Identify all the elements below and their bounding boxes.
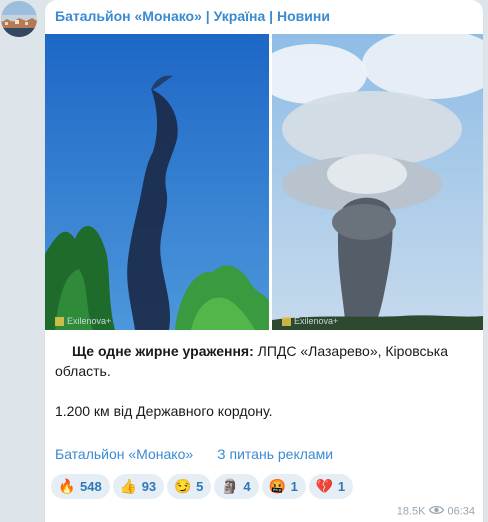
reaction-moai[interactable]: 🗿 4 <box>214 474 259 499</box>
view-count: 18.5K <box>396 505 426 518</box>
fire-emoji-icon: 🔥 <box>58 478 76 494</box>
message-meta: 18.5K 06:34 <box>397 505 475 518</box>
post-text: Ще одне жирне ураження: ЛПДС «Лазарево»,… <box>55 341 470 421</box>
reaction-smirk[interactable]: 😏 5 <box>167 474 212 499</box>
ads-link[interactable]: З питань реклами <box>217 446 333 462</box>
channel-link[interactable]: Батальйон «Монако» <box>55 446 193 462</box>
reaction-count: 93 <box>141 479 157 494</box>
reaction-count: 5 <box>196 479 204 494</box>
reaction-count: 1 <box>337 479 346 494</box>
reaction-broken-heart[interactable]: 💔 1 <box>308 474 354 499</box>
reaction-count: 4 <box>243 479 251 494</box>
channel-name[interactable]: Батальйон «Монако» | Україна | Новини <box>55 8 330 24</box>
photo-watermark: Exilenova+ <box>282 316 338 326</box>
photo-smoke-plume[interactable]: Exilenova+ <box>272 34 483 330</box>
photo-smoke-distant[interactable]: Exilenova+ <box>45 34 269 330</box>
eye-icon <box>429 505 445 518</box>
photo-watermark: Exilenova+ <box>55 316 111 326</box>
post-text-bold: Ще одне жирне ураження: <box>72 343 254 359</box>
message-bubble: Батальйон «Монако» | Україна | Новини Ex… <box>45 0 483 522</box>
reactions-bar: 🔥 548 👍 93 😏 5 🗿 4 🤬 1 💔 1 <box>51 474 356 500</box>
reaction-cursing-face[interactable]: 🤬 1 <box>261 474 306 499</box>
smirk-emoji-icon: 😏 <box>174 478 192 494</box>
broken-heart-emoji-icon: 💔 <box>315 478 334 494</box>
reaction-fire[interactable]: 🔥 548 <box>51 474 110 499</box>
post-text-line2: 1.200 км від Державного кордону. <box>55 403 273 419</box>
moai-emoji-icon: 🗿 <box>221 478 239 494</box>
post-time: 06:34 <box>447 505 475 518</box>
photo-album: Exilenova+ Exilenova+ <box>45 34 483 330</box>
channel-avatar[interactable] <box>1 1 37 37</box>
reaction-thumbs-up[interactable]: 👍 93 <box>112 474 165 499</box>
reaction-count: 548 <box>80 479 102 494</box>
footer-links: Батальйон «Монако» З питань реклами <box>55 446 333 462</box>
cursing-face-emoji-icon: 🤬 <box>268 478 287 494</box>
reaction-count: 1 <box>290 479 298 494</box>
thumbs-up-emoji-icon: 👍 <box>119 478 138 494</box>
